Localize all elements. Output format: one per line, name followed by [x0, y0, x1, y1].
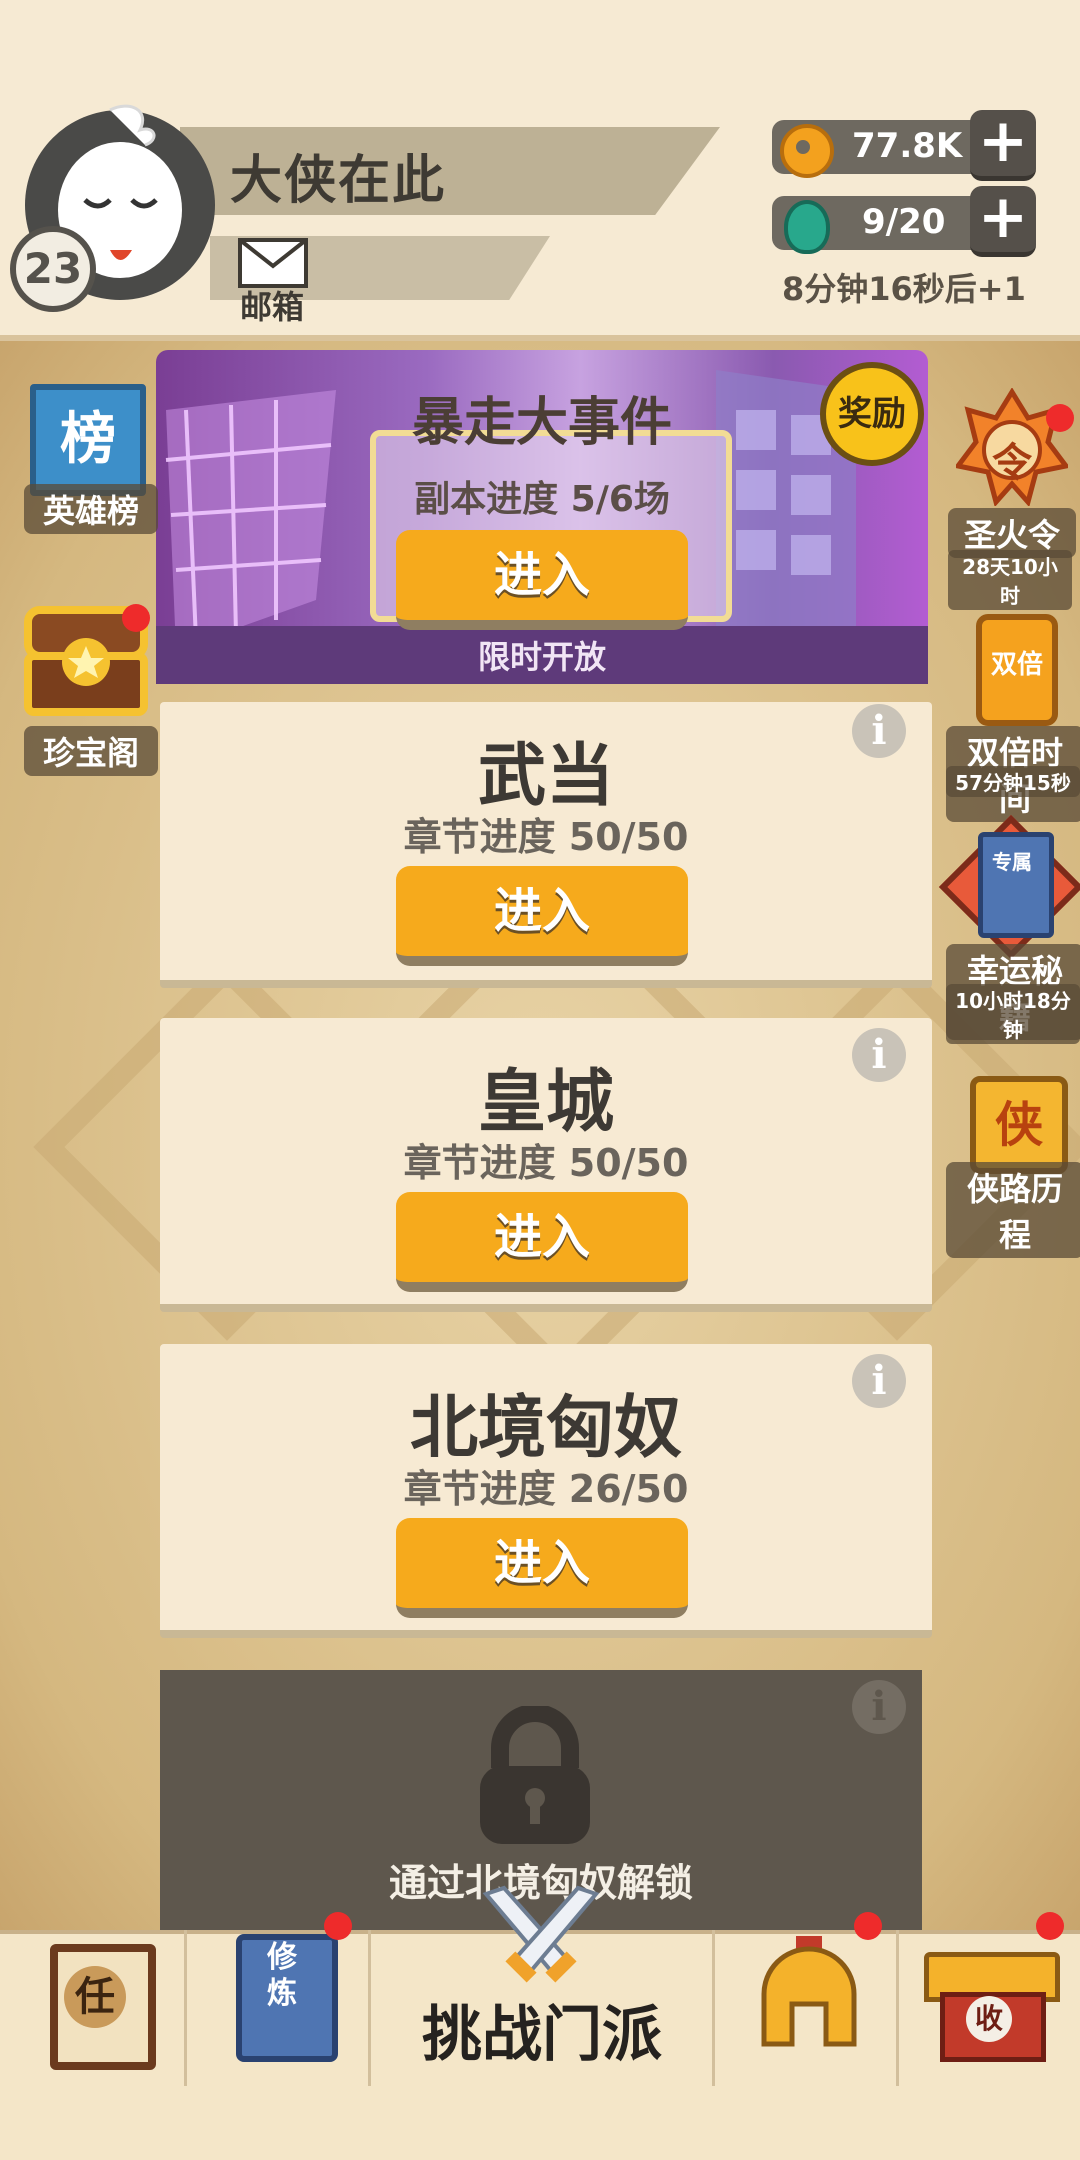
double-time-timer: 57分钟15秒 [946, 766, 1080, 797]
hero-journey-label[interactable]: 侠路历程 [946, 1162, 1080, 1258]
bottom-safe-area [0, 2086, 1080, 2160]
nav-task-icon[interactable]: 任 [64, 1966, 126, 2028]
add-energy-button[interactable]: + [970, 186, 1036, 257]
chapter-progress: 章节进度 50/50 [403, 1141, 689, 1185]
double-time-glyph: 双倍 [990, 650, 1043, 680]
coin-hole [796, 140, 810, 154]
coin-value: 77.8K [852, 126, 963, 166]
treasure-label[interactable]: 珍宝阁 [24, 726, 158, 776]
chapter-enter-button-huangcheng[interactable]: 进入 [396, 1192, 688, 1292]
treasure-notification-dot [122, 604, 150, 632]
leaderboard-icon[interactable]: 榜 [30, 384, 146, 496]
chapter-enter-button-wudang[interactable]: 进入 [396, 866, 688, 966]
mail-label[interactable]: 邮箱 [240, 282, 304, 328]
info-icon[interactable]: i [852, 1680, 906, 1734]
lock-icon [480, 1706, 590, 1844]
chapter-progress: 章节进度 26/50 [403, 1467, 689, 1511]
nav-separator [184, 1930, 187, 2086]
level-badge: 23 [10, 226, 96, 312]
nav-shop-notification-dot [1036, 1912, 1064, 1940]
energy-regen-timer: 8分钟16秒后+1 [782, 270, 1026, 308]
nav-collect-glyph: 收 [966, 1996, 1012, 2042]
nav-equipment-helmet-icon[interactable] [754, 1934, 864, 2054]
nav-separator [896, 1930, 899, 2086]
mail-icon[interactable] [238, 238, 308, 288]
nav-training-icon: 修炼 [267, 1940, 297, 2011]
hero-journey-icon[interactable]: 侠 [970, 1076, 1068, 1174]
nav-separator [712, 1930, 715, 2086]
holy-fire-glyph: 令 [992, 440, 1032, 486]
chapter-progress: 章节进度 50/50 [403, 815, 689, 859]
add-coins-button[interactable]: + [970, 110, 1036, 181]
nav-separator [368, 1930, 371, 2086]
event-title: 暴走大事件 [411, 393, 672, 453]
holy-fire-notification-dot [1046, 404, 1074, 432]
lucky-manual-timer: 10小时18分钟 [946, 984, 1080, 1044]
chapter-title: 北境匈奴 [409, 1389, 682, 1468]
nav-training-notification-dot [324, 1912, 352, 1940]
info-icon[interactable]: i [852, 704, 906, 758]
holy-fire-timer: 28天10小时 [948, 550, 1072, 610]
chapter-enter-button-beijing-xiongnu[interactable]: 进入 [396, 1518, 688, 1618]
event-progress: 副本进度 5/6场 [414, 479, 670, 520]
lucky-manual-icon[interactable] [978, 832, 1054, 938]
event-limited-time-note: 限时开放 [477, 638, 606, 676]
energy-icon [784, 200, 830, 254]
energy-value: 9/20 [862, 202, 946, 242]
leaderboard-label[interactable]: 英雄榜 [24, 484, 158, 534]
chapter-title: 皇城 [477, 1063, 614, 1142]
nav-challenge-sect-button[interactable]: 挑战门派 [372, 1986, 712, 2073]
crossed-swords-icon [482, 1885, 600, 1983]
info-icon[interactable]: i [852, 1354, 906, 1408]
lucky-manual-glyph: 专属 [992, 850, 1032, 874]
nav-equipment-notification-dot [854, 1912, 882, 1940]
chapter-title: 武当 [477, 737, 614, 816]
player-name: 大侠在此 [230, 151, 447, 211]
event-enter-button[interactable]: 进入 [396, 530, 688, 630]
reward-badge[interactable]: 奖励 [820, 362, 924, 466]
info-icon[interactable]: i [852, 1028, 906, 1082]
